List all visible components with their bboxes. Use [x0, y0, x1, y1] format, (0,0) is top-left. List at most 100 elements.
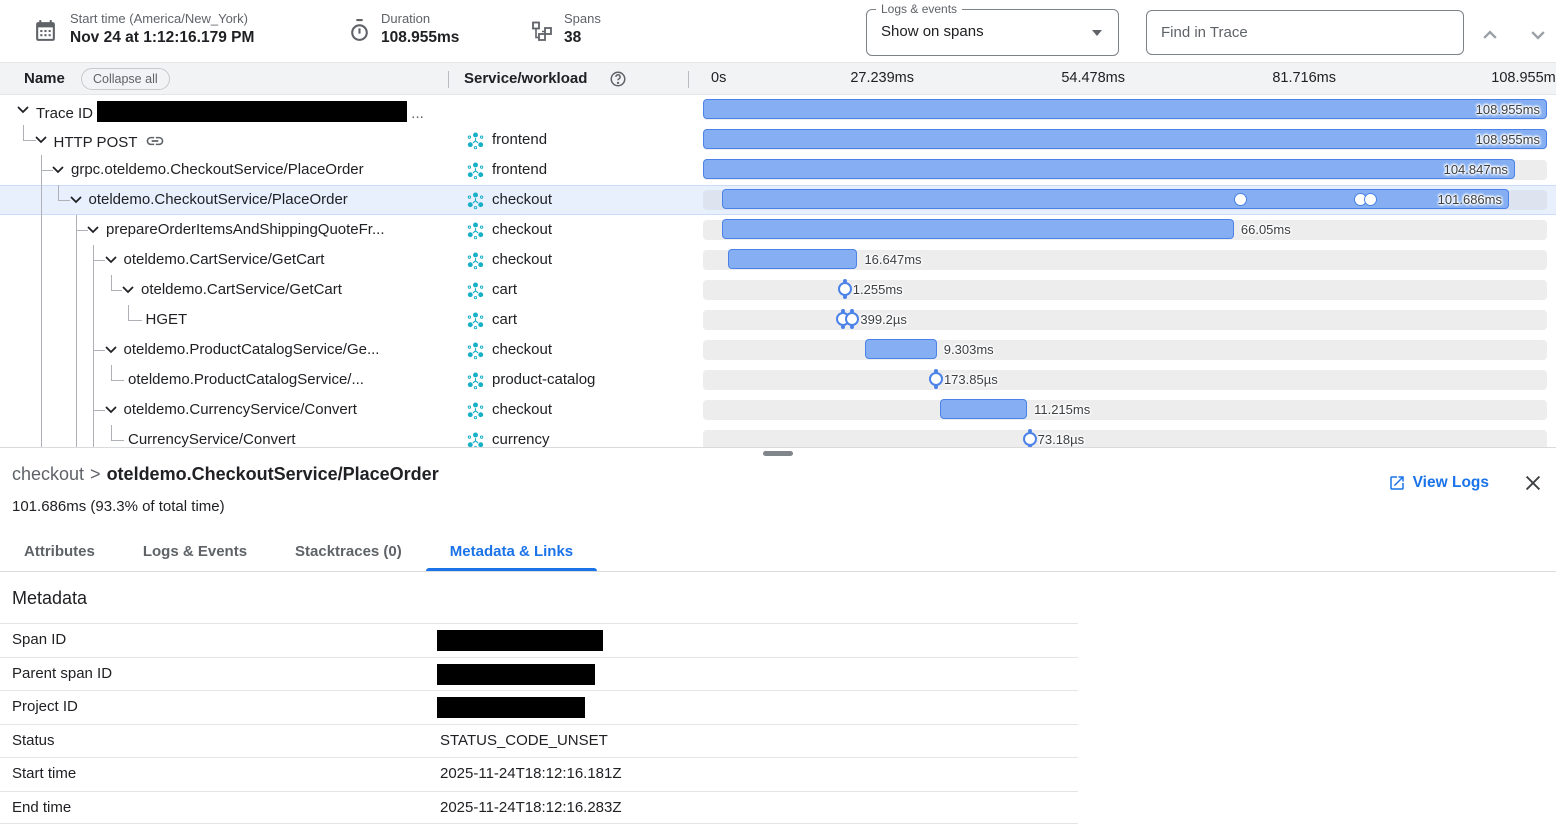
breadcrumb-service: checkout: [12, 464, 84, 484]
instant-span-marker-icon[interactable]: [838, 282, 852, 296]
tab-logs-events[interactable]: Logs & Events: [119, 534, 271, 571]
trace-row[interactable]: prepareOrderItemsAndShippingQuoteFr... c…: [0, 215, 1556, 245]
start-time-stat: Start time (America/New_York) Nov 24 at …: [70, 11, 254, 48]
tab-attributes[interactable]: Attributes: [0, 534, 119, 571]
trace-row[interactable]: grpc.oteldemo.CheckoutService/PlaceOrder…: [0, 155, 1556, 185]
span-name: oteldemo.ProductCatalogService/Ge...: [124, 341, 380, 358]
redacted-value: [437, 664, 595, 685]
open-in-new-icon: [1388, 474, 1406, 492]
metadata-row: Span ID: [0, 623, 1078, 657]
trace-row[interactable]: oteldemo.ProductCatalogService/Ge... che…: [0, 335, 1556, 365]
workload-icon: [466, 251, 485, 270]
find-previous-button[interactable]: [1476, 21, 1504, 49]
metadata-key: Status: [12, 732, 55, 749]
trace-row[interactable]: oteldemo.ProductCatalogService/... produ…: [0, 365, 1556, 395]
expand-chevron-icon[interactable]: [84, 221, 102, 239]
span-details-panel: checkout>oteldemo.CheckoutService/PlaceO…: [0, 447, 1556, 833]
instant-span-marker-icon[interactable]: [929, 372, 943, 386]
panel-resize-handle[interactable]: [763, 451, 793, 456]
trace-row[interactable]: HTTP POST frontend 108.955ms: [0, 125, 1556, 155]
spans-label: Spans: [564, 11, 601, 27]
workload-icon: [466, 161, 485, 180]
span-name-text: HTTP POST: [54, 134, 138, 151]
metadata-key: End time: [12, 799, 71, 816]
span-duration-bar[interactable]: [722, 219, 1233, 239]
service-name: cart: [492, 281, 517, 298]
metadata-row: Start time2025-11-24T18:12:16.181Z: [0, 757, 1078, 791]
spans-value: 38: [564, 27, 601, 48]
duration-label: 66.05ms: [1241, 222, 1291, 237]
tab-stacktraces-0[interactable]: Stacktraces (0): [271, 534, 426, 571]
find-next-button[interactable]: [1524, 21, 1552, 49]
help-icon[interactable]: [609, 70, 627, 88]
span-duration-bar[interactable]: 108.955ms: [703, 99, 1547, 119]
timeline-track: 108.955ms: [703, 130, 1547, 150]
link-icon[interactable]: [145, 131, 165, 151]
timeline-track: 104.847ms: [703, 160, 1547, 180]
column-separator: [448, 71, 449, 88]
service-name: currency: [492, 431, 550, 447]
workload-icon: [466, 191, 485, 210]
trace-row[interactable]: oteldemo.CheckoutService/PlaceOrder chec…: [0, 185, 1556, 215]
timeline-track: 399.2µs: [703, 310, 1547, 330]
expand-chevron-icon[interactable]: [102, 251, 120, 269]
span-name: oteldemo.ProductCatalogService/...: [128, 371, 364, 388]
duration-stat: Duration 108.955ms: [381, 11, 459, 48]
timeline-track: 66.05ms: [703, 220, 1547, 240]
span-name: prepareOrderItemsAndShippingQuoteFr...: [106, 221, 384, 238]
duration-label: 16.647ms: [864, 252, 921, 267]
workload-icon: [466, 311, 485, 330]
logs-events-select[interactable]: Logs & events Show on spans: [866, 9, 1119, 56]
span-duration-bar[interactable]: 104.847ms: [703, 159, 1515, 179]
timeline-track: 108.955ms: [703, 100, 1547, 120]
trace-row[interactable]: CurrencyService/Convert currency73.18µs: [0, 425, 1556, 447]
chevron-down-icon: [1092, 30, 1102, 36]
event-marker-icon[interactable]: [1364, 193, 1377, 206]
trace-row[interactable]: Trace ID ... 108.955ms: [0, 95, 1556, 125]
find-in-trace-input[interactable]: [1146, 10, 1464, 55]
span-duration-bar[interactable]: 108.955ms: [703, 129, 1547, 149]
span-duration-bar[interactable]: 101.686ms: [722, 189, 1509, 209]
collapse-all-button[interactable]: Collapse all: [81, 68, 170, 90]
instant-span-marker-icon[interactable]: [845, 312, 859, 326]
trace-row[interactable]: oteldemo.CartService/GetCart cart1.255ms: [0, 275, 1556, 305]
metadata-key: Parent span ID: [12, 665, 112, 682]
event-marker-icon[interactable]: [1234, 193, 1247, 206]
expand-chevron-icon[interactable]: [119, 281, 137, 299]
name-column-header: Name: [24, 70, 65, 87]
timeline-track: 16.647ms: [703, 250, 1547, 270]
redacted-value: [97, 101, 407, 122]
expand-chevron-icon[interactable]: [32, 131, 50, 149]
column-separator: [688, 71, 689, 88]
service-name: checkout: [492, 221, 552, 238]
span-name: Trace ID ...: [36, 101, 424, 122]
trace-row[interactable]: HGET cart 399.2µs: [0, 305, 1556, 335]
metadata-key: Project ID: [12, 698, 78, 715]
view-logs-link[interactable]: View Logs: [1388, 474, 1489, 492]
span-duration-bar[interactable]: [940, 399, 1027, 419]
expand-chevron-icon[interactable]: [49, 161, 67, 179]
span-duration-bar[interactable]: [865, 339, 937, 359]
timeline-track: 11.215ms: [703, 400, 1547, 420]
expand-chevron-icon[interactable]: [102, 401, 120, 419]
instant-span-marker-icon[interactable]: [1023, 432, 1037, 446]
expand-chevron-icon[interactable]: [14, 101, 32, 119]
span-name: HGET: [146, 311, 188, 328]
trace-row[interactable]: oteldemo.CurrencyService/Convert checkou…: [0, 395, 1556, 425]
column-header-row: Name Collapse all Service/workload 0s 27…: [0, 62, 1556, 95]
expand-chevron-icon[interactable]: [102, 341, 120, 359]
service-name: frontend: [492, 131, 547, 148]
tab-metadata-links[interactable]: Metadata & Links: [426, 534, 597, 571]
span-name-text: Trace ID: [36, 105, 93, 122]
stopwatch-icon: [347, 18, 372, 43]
span-name-text: oteldemo.CartService/GetCart: [141, 281, 342, 298]
duration-label: 9.303ms: [944, 342, 994, 357]
expand-chevron-icon[interactable]: [67, 191, 85, 209]
span-name: grpc.oteldemo.CheckoutService/PlaceOrder: [71, 161, 364, 178]
span-name: CurrencyService/Convert: [128, 431, 296, 447]
close-icon[interactable]: [1522, 472, 1544, 494]
trace-row[interactable]: oteldemo.CartService/GetCart checkout16.…: [0, 245, 1556, 275]
span-name-text: oteldemo.CurrencyService/Convert: [124, 401, 357, 418]
span-duration-bar[interactable]: [728, 249, 857, 269]
service-name: cart: [492, 311, 517, 328]
